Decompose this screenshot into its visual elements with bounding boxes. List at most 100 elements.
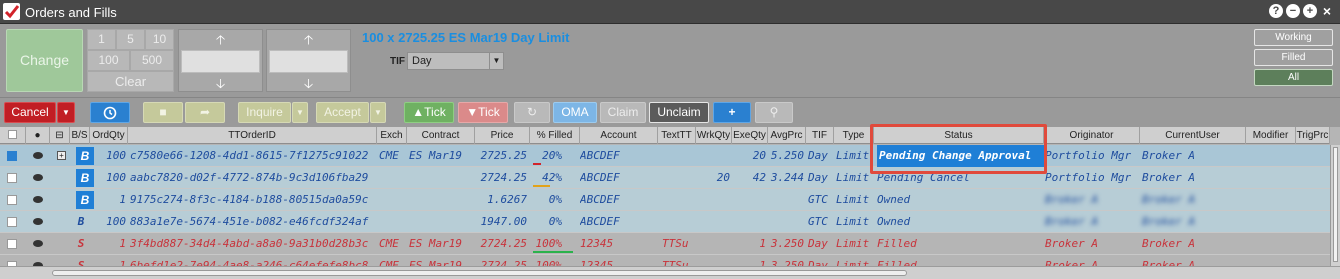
change-button[interactable]: Change [6, 29, 83, 92]
forward-icon[interactable]: ➦ [185, 102, 225, 123]
up-arrow-icon[interactable]: 🡡 [267, 31, 350, 48]
cell-avgprc: 5.250 [770, 149, 804, 162]
tif-select[interactable]: Day ▼ [407, 52, 504, 70]
clear-button[interactable]: Clear [87, 71, 174, 92]
pct-filled-bar [533, 251, 573, 253]
col-exeqty[interactable]: ExeQty [732, 127, 768, 144]
table-row[interactable]: B 100 883a1e7e-5674-451e-b082-e46fcdf324af… [0, 211, 1330, 233]
inquire-menu-chevron-icon[interactable]: ▼ [292, 102, 308, 123]
vertical-scrollbar[interactable] [1330, 145, 1340, 266]
qty-key-5[interactable]: 5 [116, 29, 145, 50]
cell-account: 12345 [580, 237, 614, 250]
maximize-icon[interactable]: + [1303, 4, 1317, 18]
cell-ordqty: 1 [119, 193, 126, 206]
col-wrkqty[interactable]: WrkQty [696, 127, 732, 144]
cell-texttt: TTSu [662, 237, 689, 250]
checkmark-icon [3, 3, 20, 20]
row-checkbox[interactable] [7, 151, 17, 161]
qty-key-500[interactable]: 500 [130, 50, 174, 71]
col-pct-filled[interactable]: % Filled [530, 127, 580, 144]
header-select-all[interactable] [0, 127, 26, 144]
down-arrow-icon[interactable]: 🡣 [267, 75, 350, 92]
cell-account: ABCDEF [580, 215, 620, 228]
col-tif[interactable]: TIF [806, 127, 834, 144]
col-account[interactable]: Account [580, 127, 658, 144]
cell-account: ABCDEF [580, 171, 620, 184]
row-checkbox[interactable] [7, 195, 17, 205]
eye-icon[interactable]: ● [26, 127, 50, 144]
filter-filled-button[interactable]: Filled [1254, 49, 1333, 66]
cell-tif: Day [808, 171, 828, 184]
col-texttt[interactable]: TextTT [658, 127, 696, 144]
table-row[interactable]: B 100 aabc7820-d02f-4772-874b-9c3d106fba29… [0, 167, 1330, 189]
unclaim-button[interactable]: Unclaim [649, 102, 709, 123]
col-type[interactable]: Type [834, 127, 874, 144]
close-icon[interactable]: × [1320, 4, 1334, 18]
row-checkbox[interactable] [7, 173, 17, 183]
cell-exeqty [732, 211, 766, 233]
up-arrow-icon[interactable]: 🡡 [179, 31, 262, 48]
cancel-menu-chevron-icon[interactable]: ▼ [57, 102, 75, 123]
col-ttorderid[interactable]: TTOrderID [128, 127, 377, 144]
inquire-button[interactable]: Inquire [238, 102, 291, 123]
col-trigprc[interactable]: TrigPrc [1296, 127, 1330, 144]
refresh-icon[interactable]: ↻ [514, 102, 550, 123]
accept-button[interactable]: Accept [316, 102, 369, 123]
vertical-scroll-thumb[interactable] [1333, 147, 1338, 262]
col-contract[interactable]: Contract [407, 127, 475, 144]
quantity-field[interactable] [181, 50, 260, 73]
cancel-button[interactable]: Cancel [4, 102, 56, 123]
down-arrow-icon[interactable]: 🡣 [179, 75, 262, 92]
col-avgprc[interactable]: AvgPrc [768, 127, 806, 144]
minus-tick-button[interactable]: ▼Tick [458, 102, 508, 123]
eye-icon[interactable] [33, 240, 43, 247]
eye-icon[interactable] [33, 196, 43, 203]
price-field[interactable] [269, 50, 348, 73]
qty-key-100[interactable]: 100 [87, 50, 130, 71]
filter-working-button[interactable]: Working [1254, 29, 1333, 46]
filter-all-button[interactable]: All [1254, 69, 1333, 86]
col-currentuser[interactable]: CurrentUser [1140, 127, 1246, 144]
cell-status: Owned [877, 215, 911, 228]
cell-contract: ES Mar19 [409, 237, 462, 250]
col-bs[interactable]: B/S [70, 127, 90, 144]
help-icon[interactable]: ? [1269, 4, 1283, 18]
col-ordqty[interactable]: OrdQty [90, 127, 128, 144]
table-row[interactable]: S 1 6befd1e2-7e94-4ae8-a246-c64efefe8bc8 CM… [0, 255, 1330, 266]
quantity-pad: 1 5 10 100 500 Clear [87, 29, 174, 92]
cell-avgprc: 3.250 [770, 259, 804, 266]
route-icon[interactable]: ⚲ [755, 102, 793, 123]
col-modifier[interactable]: Modifier [1246, 127, 1296, 144]
cell-status: Filled [877, 259, 917, 266]
minimize-icon[interactable]: − [1286, 4, 1300, 18]
plus-tick-button[interactable]: ▲Tick [404, 102, 454, 123]
eye-icon[interactable] [33, 218, 43, 225]
eye-icon[interactable] [33, 174, 43, 181]
col-originator[interactable]: Originator [1044, 127, 1140, 144]
cell-exch: CME [379, 149, 399, 162]
horizontal-scrollbar[interactable] [0, 266, 1340, 279]
cell-exeqty: 1 [759, 259, 766, 266]
eye-icon[interactable] [33, 152, 43, 159]
stop-icon[interactable]: ■ [143, 102, 183, 123]
col-exch[interactable]: Exch [377, 127, 407, 144]
add-icon[interactable]: + [713, 102, 751, 123]
row-checkbox[interactable] [7, 239, 17, 249]
table-row[interactable]: B 1 9175c274-8f3c-4184-b188-80515da0a59c 1.… [0, 189, 1330, 211]
cell-bs: S [77, 259, 85, 266]
row-checkbox[interactable] [7, 217, 17, 227]
table-row[interactable]: + B 100 c7580e66-1208-4dd1-8615-7f1275c9102… [0, 145, 1330, 167]
cell-exeqty [732, 189, 766, 211]
tif-label: TIF [390, 56, 405, 67]
table-row[interactable]: S 1 3f4bd887-34d4-4abd-a8a0-9a31b0d28b3c CM… [0, 233, 1330, 255]
expand-row-icon[interactable]: + [57, 151, 66, 160]
qty-key-1[interactable]: 1 [87, 29, 116, 50]
oma-button[interactable]: OMA [553, 102, 597, 123]
header-expand[interactable]: ⊟ [50, 127, 70, 144]
horizontal-scroll-thumb[interactable] [52, 270, 907, 276]
accept-menu-chevron-icon[interactable]: ▼ [370, 102, 386, 123]
qty-key-10[interactable]: 10 [145, 29, 174, 50]
history-icon[interactable] [90, 102, 130, 123]
col-price[interactable]: Price [475, 127, 530, 144]
claim-button[interactable]: Claim [600, 102, 646, 123]
